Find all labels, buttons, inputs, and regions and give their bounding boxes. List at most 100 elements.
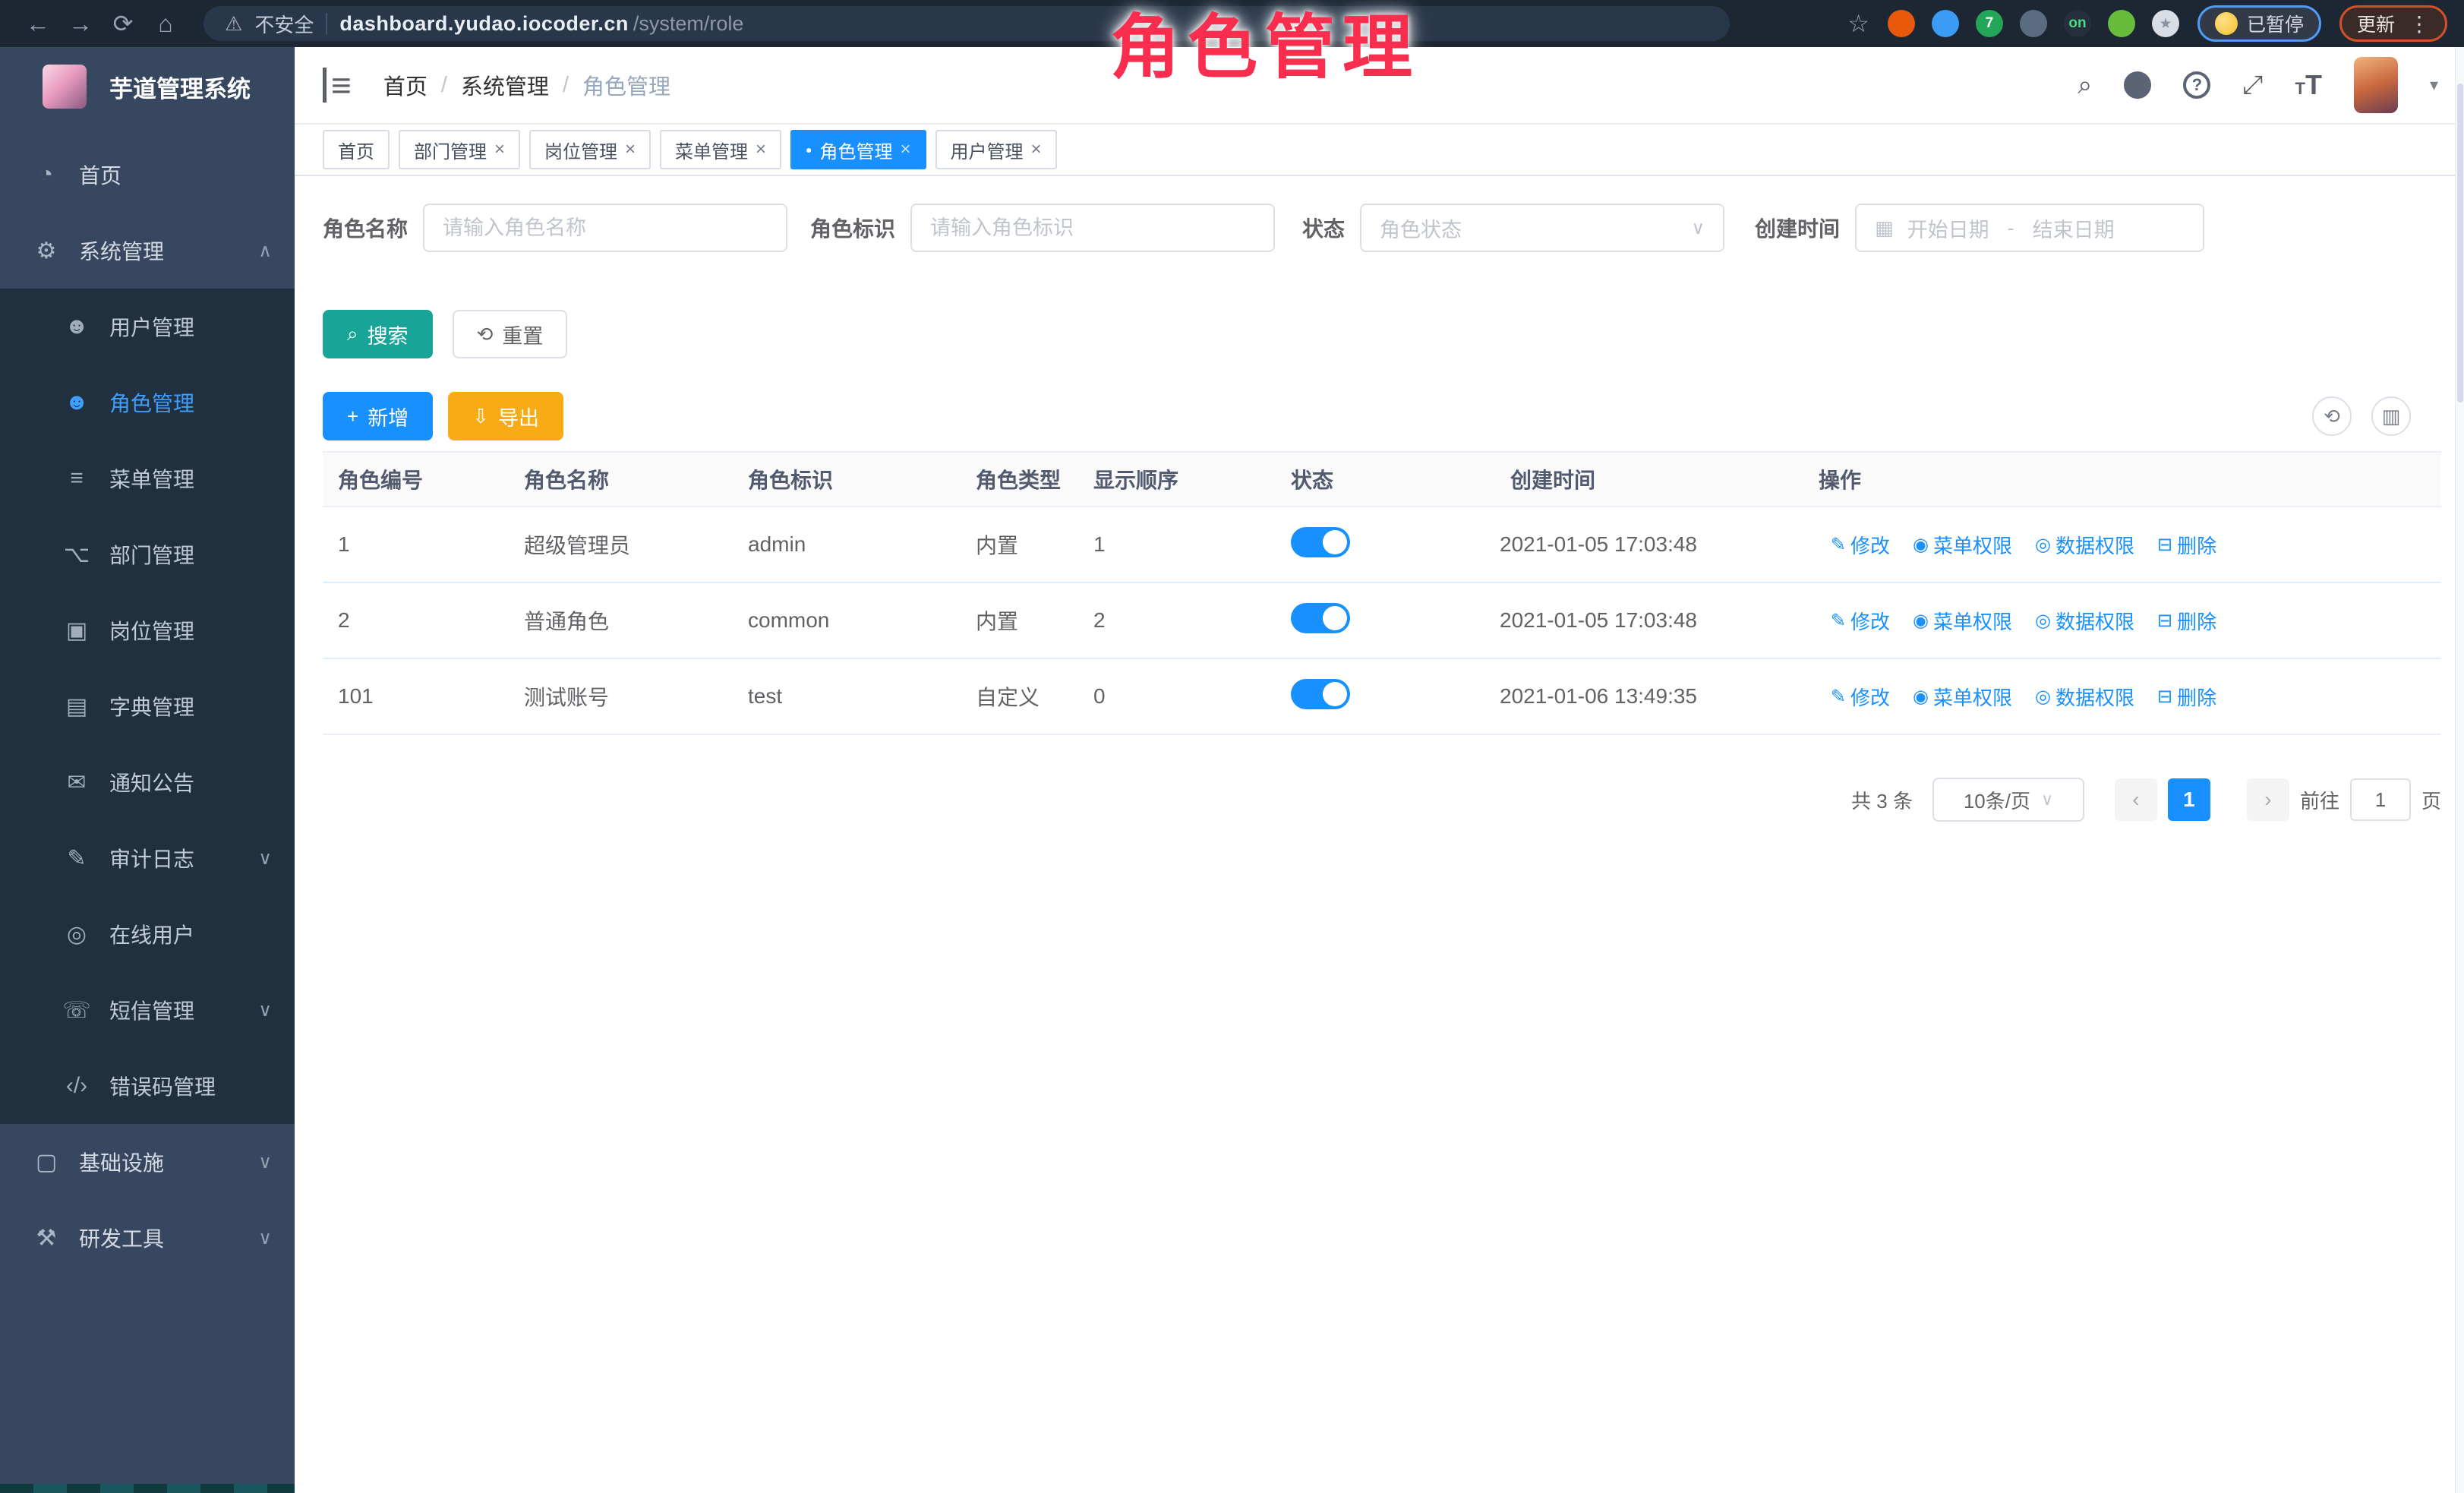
tab-close-icon[interactable]: × [494, 139, 505, 160]
tab-label: 菜单管理 [675, 137, 748, 163]
menu-label: 通知公告 [109, 767, 194, 797]
current-page-button[interactable]: 1 [2168, 778, 2210, 821]
sidebar-item[interactable]: ‹/› 错误码管理 [0, 1048, 295, 1124]
next-page-button[interactable]: › [2247, 778, 2289, 821]
scrollbar-thumb[interactable] [2457, 84, 2463, 402]
column-settings-icon[interactable]: ▥ [2371, 396, 2411, 436]
extension-icon[interactable]: 7 [1976, 10, 2003, 37]
avatar-caret-icon[interactable]: ▾ [2430, 75, 2438, 95]
help-icon[interactable]: ? [2183, 71, 2210, 99]
edit-icon: ✎ [1831, 686, 1846, 708]
tab-close-icon[interactable]: × [1031, 139, 1042, 160]
end-date-placeholder: 结束日期 [2033, 213, 2115, 243]
page-tab[interactable]: 菜单管理 × [660, 130, 781, 169]
tab-close-icon[interactable]: × [625, 139, 636, 160]
add-button[interactable]: + 新增 [323, 392, 433, 440]
calendar-icon: ▦ [1875, 216, 1894, 240]
chevron-icon: ∧ [258, 240, 272, 262]
user-avatar[interactable] [2354, 57, 2398, 113]
status-select[interactable]: 角色状态 ∨ [1360, 204, 1724, 252]
menu-permission-link[interactable]: ◉菜单权限 [1913, 683, 2012, 711]
extension-icon[interactable]: ★ [2152, 10, 2179, 37]
sidebar-item[interactable]: ◎ 在线用户 [0, 896, 295, 972]
date-range-picker[interactable]: ▦ 开始日期 - 结束日期 [1855, 204, 2204, 252]
sidebar-item[interactable]: ▤ 字典管理 [0, 668, 295, 744]
status-toggle[interactable] [1291, 603, 1350, 633]
edit-link[interactable]: ✎修改 [1831, 607, 1890, 635]
reload-icon[interactable]: ⟳ [102, 9, 144, 38]
github-icon[interactable] [2124, 71, 2151, 99]
chevron-icon: ∨ [258, 999, 272, 1021]
sidebar-item[interactable]: ≡ 菜单管理 [0, 440, 295, 516]
data-permission-link[interactable]: ◎数据权限 [2035, 531, 2134, 559]
breadcrumb-home[interactable]: 首页 [383, 69, 427, 101]
bookmark-star-icon[interactable]: ☆ [1847, 9, 1869, 38]
sidebar-item[interactable]: ⚒ 研发工具 ∨ [0, 1200, 295, 1276]
sidebar-item[interactable]: ▣ 岗位管理 [0, 592, 295, 668]
column-header: 创建时间 [1500, 464, 1819, 494]
menu-permission-link[interactable]: ◉菜单权限 [1913, 607, 2012, 635]
menu-icon: ⌥ [59, 541, 94, 568]
refresh-tool-icon[interactable]: ⟲ [2312, 396, 2352, 436]
sidebar-item[interactable]: ☻ 用户管理 [0, 289, 295, 365]
back-icon[interactable]: ← [17, 10, 59, 38]
menu-icon: ‹/› [59, 1073, 94, 1099]
cell-role-type: 内置 [976, 605, 1093, 636]
fullscreen-icon[interactable]: ⤢ [2242, 71, 2263, 100]
menu-permission-link[interactable]: ◉菜单权限 [1913, 531, 2012, 559]
tab-close-icon[interactable]: × [901, 139, 911, 160]
delete-link[interactable]: ⊟删除 [2157, 531, 2216, 559]
search-button[interactable]: ⌕ 搜索 [323, 310, 433, 358]
home-icon[interactable]: ⌂ [144, 10, 187, 38]
font-size-icon[interactable]: TT [2295, 69, 2322, 101]
page-size-select[interactable]: 10条/页 ∨ [1932, 778, 2084, 822]
data-permission-link[interactable]: ◎数据权限 [2035, 683, 2134, 711]
data-permission-link[interactable]: ◎数据权限 [2035, 607, 2134, 635]
reset-button[interactable]: ⟲ 重置 [453, 310, 568, 358]
sidebar-item[interactable]: ⚙ 系统管理 ∧ [0, 213, 295, 289]
goto-page-input[interactable] [2350, 778, 2411, 821]
sidebar-item[interactable]: ✎ 审计日志 ∨ [0, 820, 295, 896]
status-toggle[interactable] [1291, 679, 1350, 709]
menu-icon: ▢ [29, 1149, 64, 1176]
forward-icon[interactable]: → [59, 10, 102, 38]
sidebar-item[interactable]: ⌥ 部门管理 [0, 516, 295, 592]
sidebar-item[interactable]: ◔ 首页 [0, 137, 295, 213]
edit-icon: ✎ [1831, 610, 1846, 632]
extension-icon[interactable] [1932, 10, 1959, 37]
page-tab[interactable]: 首页 [323, 130, 390, 169]
role-name-input[interactable] [443, 216, 768, 240]
column-header: 角色标识 [748, 464, 976, 494]
search-icon[interactable]: ⌕ [2078, 71, 2092, 100]
role-key-input[interactable] [930, 216, 1255, 240]
sidebar-item[interactable]: ☻ 角色管理 [0, 365, 295, 440]
extension-icon[interactable] [2108, 10, 2135, 37]
edit-link[interactable]: ✎修改 [1831, 683, 1890, 711]
page-tab[interactable]: ● 角色管理 × [790, 130, 926, 169]
browser-menu-icon[interactable]: ⋮ [2409, 11, 2430, 36]
app-title: 芋道管理系统 [109, 70, 251, 104]
page-tab[interactable]: 岗位管理 × [529, 130, 651, 169]
status-toggle[interactable] [1291, 527, 1350, 557]
page-size-caret-icon: ∨ [2041, 790, 2053, 810]
page-scrollbar[interactable] [2455, 47, 2464, 1493]
delete-link[interactable]: ⊟删除 [2157, 607, 2216, 635]
sidebar-item[interactable]: ✉ 通知公告 [0, 744, 295, 820]
sidebar-item[interactable]: ▢ 基础设施 ∨ [0, 1124, 295, 1200]
page-tab[interactable]: 用户管理 × [935, 130, 1057, 169]
paused-extension-pill[interactable]: 已暂停 [2197, 5, 2321, 42]
extension-icon[interactable] [1888, 10, 1915, 37]
browser-update-button[interactable]: 更新 ⋮ [2339, 5, 2447, 42]
extension-icon[interactable]: on [2064, 10, 2091, 37]
extension-icon[interactable] [2020, 10, 2047, 37]
edit-link[interactable]: ✎修改 [1831, 531, 1890, 559]
sidebar-item[interactable]: ☏ 短信管理 ∨ [0, 972, 295, 1048]
address-bar[interactable]: ⚠ 不安全 dashboard.yudao.iocoder.cn /system… [203, 6, 1730, 41]
export-button[interactable]: ⇩ 导出 [448, 392, 563, 440]
breadcrumb-system[interactable]: 系统管理 [461, 69, 549, 101]
tab-close-icon[interactable]: × [756, 139, 766, 160]
prev-page-button[interactable]: ‹ [2115, 778, 2157, 821]
hamburger-icon[interactable]: ≡ [323, 68, 352, 103]
delete-link[interactable]: ⊟删除 [2157, 683, 2216, 711]
page-tab[interactable]: 部门管理 × [399, 130, 520, 169]
